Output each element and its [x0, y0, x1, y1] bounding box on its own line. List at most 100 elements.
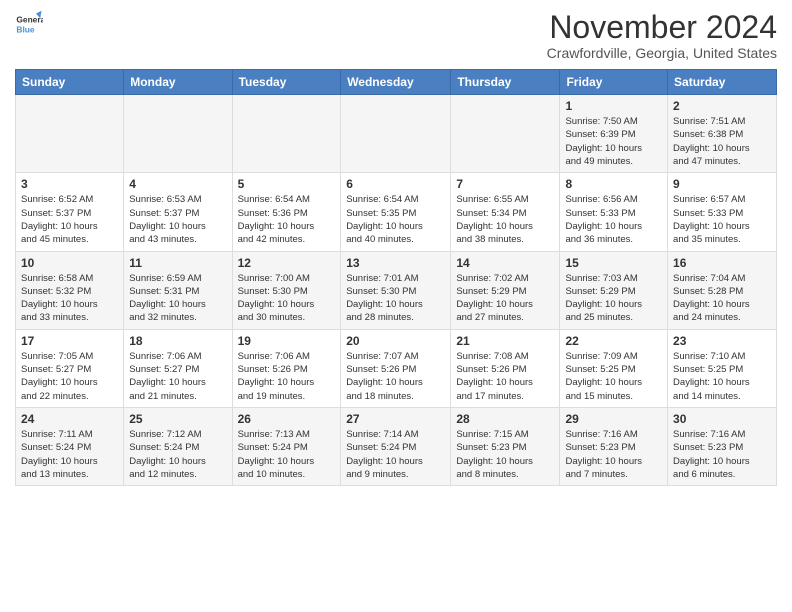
day-number: 21 — [456, 334, 554, 348]
day-info: Sunrise: 7:07 AM Sunset: 5:26 PM Dayligh… — [346, 350, 445, 403]
day-info: Sunrise: 7:02 AM Sunset: 5:29 PM Dayligh… — [456, 272, 554, 325]
calendar-cell: 8Sunrise: 6:56 AM Sunset: 5:33 PM Daylig… — [560, 173, 668, 251]
calendar-cell: 25 Sunrise: 7:12 AM Sunset: 5:24 PM Dayli… — [124, 407, 232, 485]
day-number: 28 — [456, 412, 554, 426]
day-number: 1 — [565, 99, 662, 113]
day-number: 13 — [346, 256, 445, 270]
day-number: 2 — [673, 99, 771, 113]
day-info: Sunrise: 7:12 AM Sunset: 5:24 PM Dayligh… — [129, 428, 226, 481]
calendar-cell: 20 Sunrise: 7:07 AM Sunset: 5:26 PM Dayli… — [341, 329, 451, 407]
calendar-cell: 6Sunrise: 6:54 AM Sunset: 5:35 PM Daylig… — [341, 173, 451, 251]
day-info: Sunrise: 6:52 AM Sunset: 5:37 PM Dayligh… — [21, 193, 118, 246]
col-header-tuesday: Tuesday — [232, 70, 341, 95]
day-number: 16 — [673, 256, 771, 270]
calendar-cell: 13 Sunrise: 7:01 AM Sunset: 5:30 PM Dayli… — [341, 251, 451, 329]
calendar-cell: 27 Sunrise: 7:14 AM Sunset: 5:24 PM Dayli… — [341, 407, 451, 485]
page: GeneralBlue General Blue November 2024 C… — [0, 0, 792, 501]
calendar-cell: 2Sunrise: 7:51 AM Sunset: 6:38 PM Daylig… — [668, 95, 777, 173]
calendar-row-3: 17 Sunrise: 7:05 AM Sunset: 5:27 PM Dayli… — [16, 329, 777, 407]
day-number: 5 — [238, 177, 336, 191]
day-info: Sunrise: 7:16 AM Sunset: 5:23 PM Dayligh… — [565, 428, 662, 481]
calendar-row-0: 1 Sunrise: 7:50 AM Sunset: 6:39 PM Daylig… — [16, 95, 777, 173]
day-number: 9 — [673, 177, 771, 191]
calendar-cell — [232, 95, 341, 173]
day-number: 8 — [565, 177, 662, 191]
col-header-thursday: Thursday — [451, 70, 560, 95]
day-info: Sunrise: 6:53 AM Sunset: 5:37 PM Dayligh… — [129, 193, 226, 246]
day-info: Sunrise: 6:58 AM Sunset: 5:32 PM Dayligh… — [21, 272, 118, 325]
day-number: 14 — [456, 256, 554, 270]
calendar-cell: 11 Sunrise: 6:59 AM Sunset: 5:31 PM Dayli… — [124, 251, 232, 329]
calendar-cell: 18 Sunrise: 7:06 AM Sunset: 5:27 PM Dayli… — [124, 329, 232, 407]
day-info: Sunrise: 6:57 AM Sunset: 5:33 PM Dayligh… — [673, 193, 771, 246]
day-info: Sunrise: 6:59 AM Sunset: 5:31 PM Dayligh… — [129, 272, 226, 325]
logo: GeneralBlue General Blue — [15, 10, 43, 38]
calendar-cell: 23Sunrise: 7:10 AM Sunset: 5:25 PM Dayli… — [668, 329, 777, 407]
calendar-cell: 21 Sunrise: 7:08 AM Sunset: 5:26 PM Dayli… — [451, 329, 560, 407]
calendar-cell — [341, 95, 451, 173]
calendar-cell: 14 Sunrise: 7:02 AM Sunset: 5:29 PM Dayli… — [451, 251, 560, 329]
header: GeneralBlue General Blue November 2024 C… — [15, 10, 777, 61]
day-info: Sunrise: 7:50 AM Sunset: 6:39 PM Dayligh… — [565, 115, 662, 168]
day-number: 10 — [21, 256, 118, 270]
day-info: Sunrise: 6:55 AM Sunset: 5:34 PM Dayligh… — [456, 193, 554, 246]
calendar-cell: 7 Sunrise: 6:55 AM Sunset: 5:34 PM Daylig… — [451, 173, 560, 251]
day-info: Sunrise: 6:54 AM Sunset: 5:36 PM Dayligh… — [238, 193, 336, 246]
subtitle: Crawfordville, Georgia, United States — [547, 45, 777, 61]
calendar-cell: 24 Sunrise: 7:11 AM Sunset: 5:24 PM Dayli… — [16, 407, 124, 485]
day-number: 3 — [21, 177, 118, 191]
day-info: Sunrise: 7:03 AM Sunset: 5:29 PM Dayligh… — [565, 272, 662, 325]
day-info: Sunrise: 7:14 AM Sunset: 5:24 PM Dayligh… — [346, 428, 445, 481]
day-number: 12 — [238, 256, 336, 270]
calendar-cell: 22Sunrise: 7:09 AM Sunset: 5:25 PM Dayli… — [560, 329, 668, 407]
logo-icon: GeneralBlue — [15, 10, 43, 38]
day-number: 26 — [238, 412, 336, 426]
day-number: 7 — [456, 177, 554, 191]
calendar-cell: 12Sunrise: 7:00 AM Sunset: 5:30 PM Dayli… — [232, 251, 341, 329]
day-info: Sunrise: 7:09 AM Sunset: 5:25 PM Dayligh… — [565, 350, 662, 403]
day-number: 27 — [346, 412, 445, 426]
svg-text:Blue: Blue — [16, 24, 34, 34]
day-number: 17 — [21, 334, 118, 348]
day-info: Sunrise: 7:15 AM Sunset: 5:23 PM Dayligh… — [456, 428, 554, 481]
day-number: 29 — [565, 412, 662, 426]
col-header-wednesday: Wednesday — [341, 70, 451, 95]
day-info: Sunrise: 7:01 AM Sunset: 5:30 PM Dayligh… — [346, 272, 445, 325]
calendar-cell — [16, 95, 124, 173]
day-info: Sunrise: 6:54 AM Sunset: 5:35 PM Dayligh… — [346, 193, 445, 246]
day-info: Sunrise: 7:11 AM Sunset: 5:24 PM Dayligh… — [21, 428, 118, 481]
calendar-table: SundayMondayTuesdayWednesdayThursdayFrid… — [15, 69, 777, 486]
day-info: Sunrise: 7:06 AM Sunset: 5:27 PM Dayligh… — [129, 350, 226, 403]
day-number: 25 — [129, 412, 226, 426]
calendar-cell: 30 Sunrise: 7:16 AM Sunset: 5:23 PM Dayli… — [668, 407, 777, 485]
day-number: 19 — [238, 334, 336, 348]
day-info: Sunrise: 7:04 AM Sunset: 5:28 PM Dayligh… — [673, 272, 771, 325]
col-header-saturday: Saturday — [668, 70, 777, 95]
calendar-cell: 15Sunrise: 7:03 AM Sunset: 5:29 PM Dayli… — [560, 251, 668, 329]
day-number: 23 — [673, 334, 771, 348]
day-number: 30 — [673, 412, 771, 426]
calendar-cell: 29 Sunrise: 7:16 AM Sunset: 5:23 PM Dayli… — [560, 407, 668, 485]
day-info: Sunrise: 7:05 AM Sunset: 5:27 PM Dayligh… — [21, 350, 118, 403]
calendar-cell: 10 Sunrise: 6:58 AM Sunset: 5:32 PM Dayli… — [16, 251, 124, 329]
calendar-header-row: SundayMondayTuesdayWednesdayThursdayFrid… — [16, 70, 777, 95]
calendar-cell: 19 Sunrise: 7:06 AM Sunset: 5:26 PM Dayli… — [232, 329, 341, 407]
day-number: 24 — [21, 412, 118, 426]
calendar-row-2: 10 Sunrise: 6:58 AM Sunset: 5:32 PM Dayli… — [16, 251, 777, 329]
day-info: Sunrise: 7:08 AM Sunset: 5:26 PM Dayligh… — [456, 350, 554, 403]
calendar-cell: 3 Sunrise: 6:52 AM Sunset: 5:37 PM Daylig… — [16, 173, 124, 251]
calendar-cell — [124, 95, 232, 173]
calendar-cell: 26 Sunrise: 7:13 AM Sunset: 5:24 PM Dayli… — [232, 407, 341, 485]
day-number: 18 — [129, 334, 226, 348]
day-info: Sunrise: 7:06 AM Sunset: 5:26 PM Dayligh… — [238, 350, 336, 403]
day-number: 4 — [129, 177, 226, 191]
day-number: 20 — [346, 334, 445, 348]
day-info: Sunrise: 7:13 AM Sunset: 5:24 PM Dayligh… — [238, 428, 336, 481]
calendar-cell: 1 Sunrise: 7:50 AM Sunset: 6:39 PM Daylig… — [560, 95, 668, 173]
day-number: 11 — [129, 256, 226, 270]
calendar-cell — [451, 95, 560, 173]
calendar-row-1: 3 Sunrise: 6:52 AM Sunset: 5:37 PM Daylig… — [16, 173, 777, 251]
day-info: Sunrise: 7:16 AM Sunset: 5:23 PM Dayligh… — [673, 428, 771, 481]
calendar-cell: 17 Sunrise: 7:05 AM Sunset: 5:27 PM Dayli… — [16, 329, 124, 407]
col-header-friday: Friday — [560, 70, 668, 95]
